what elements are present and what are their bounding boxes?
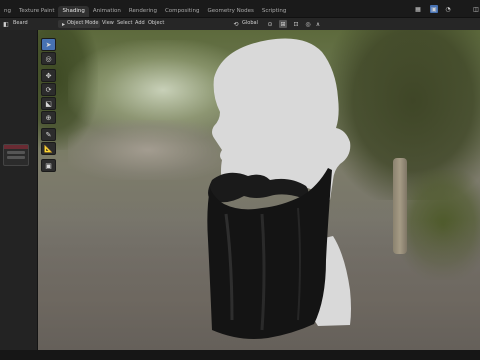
scene-icon[interactable]: ▦ [414, 5, 422, 13]
active-object-name[interactable]: Beard [13, 20, 28, 26]
tab-geometry-nodes[interactable]: Geometry Nodes [203, 6, 257, 17]
workspace-tabs: ng Texture Paint Shading Animation Rende… [0, 6, 290, 17]
pivot-icon[interactable]: ⊙ [266, 20, 274, 28]
overlay-icon[interactable]: ◔ [444, 5, 452, 13]
menu-add[interactable]: Add [135, 20, 145, 26]
proportional-edit-icon[interactable]: ◎ [304, 20, 312, 28]
workspace-tab-bar: ng Texture Paint Shading Animation Rende… [0, 0, 480, 18]
shader-node-thumbnail[interactable] [3, 144, 29, 166]
menu-select[interactable]: Select [117, 20, 132, 26]
snap-target-icon[interactable]: ⊡ [292, 20, 300, 28]
left-editor-panel [0, 30, 38, 360]
add-cube-icon[interactable]: ▣ [41, 159, 56, 172]
move-icon[interactable]: ✥ [41, 69, 56, 82]
falloff-icon[interactable]: ∧ [314, 20, 322, 28]
cursor-icon[interactable]: ◎ [41, 52, 56, 65]
annotate-icon[interactable]: ✎ [41, 128, 56, 141]
node-header [4, 145, 28, 149]
model-render [207, 38, 351, 339]
object-mode-icon: ▸ [61, 20, 65, 28]
mode-label: Object Mode [67, 20, 99, 26]
render-icon[interactable]: ◫ [472, 5, 480, 13]
transform-orientation[interactable]: Global [242, 20, 258, 26]
orientation-icon: ⟲ [233, 20, 239, 28]
viewport-header: ◧ Beard ▸ Object Mode View Select Add Ob… [0, 18, 480, 30]
tab-texture-paint[interactable]: Texture Paint [15, 6, 59, 17]
rotate-icon[interactable]: ⟳ [41, 83, 56, 96]
scale-icon[interactable]: ⬕ [41, 97, 56, 110]
tab-scripting[interactable]: Scripting [258, 6, 290, 17]
transform-icon[interactable]: ⊕ [41, 111, 56, 124]
tab-shading[interactable]: Shading [58, 6, 89, 17]
measure-icon[interactable]: 📐 [41, 142, 56, 155]
tab-rendering[interactable]: Rendering [125, 6, 161, 17]
tab-animation[interactable]: Animation [89, 6, 125, 17]
object-icon[interactable]: ◧ [2, 20, 10, 28]
menu-view[interactable]: View [102, 20, 114, 26]
view-layer-icon[interactable]: ▣ [430, 5, 438, 13]
status-bar [0, 350, 480, 360]
select-cursor-icon[interactable]: ➤ [41, 38, 56, 51]
tool-shelf: ➤ ◎ ✥ ⟳ ⬕ ⊕ ✎ 📐 ▣ [41, 38, 57, 173]
node-socket-row [7, 151, 25, 154]
3d-viewport[interactable]: ➤ ◎ ✥ ⟳ ⬕ ⊕ ✎ 📐 ▣ [38, 30, 480, 350]
tab-ng[interactable]: ng [0, 6, 15, 17]
node-socket-row [7, 156, 25, 159]
snap-icon[interactable]: ⊞ [279, 20, 287, 28]
tab-compositing[interactable]: Compositing [161, 6, 203, 17]
menu-object[interactable]: Object [148, 20, 164, 26]
